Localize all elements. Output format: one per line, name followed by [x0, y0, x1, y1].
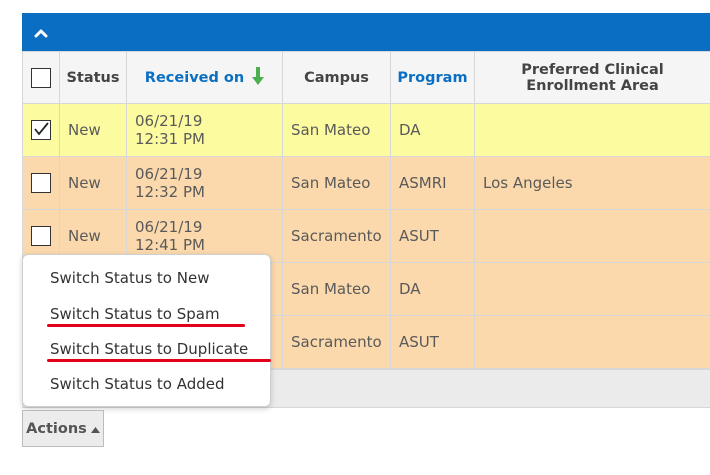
program-cell: ASMRI [390, 156, 475, 210]
status-cell: New [59, 156, 127, 210]
program-cell: ASUT [390, 315, 475, 369]
table-row[interactable]: New 06/21/19 12:31 PM San Mateo DA [22, 103, 710, 157]
program-cell: DA [390, 103, 475, 157]
received-date: 06/21/19 [135, 165, 203, 183]
received-cell: 06/21/19 12:31 PM [126, 103, 283, 157]
menu-item-switch-to-duplicate[interactable]: Switch Status to Duplicate [50, 340, 248, 358]
row-select-cell [22, 103, 60, 157]
area-cell [474, 209, 710, 263]
row-select-cell [22, 156, 60, 210]
area-cell [474, 262, 710, 316]
received-date: 06/21/19 [135, 218, 203, 236]
menu-item-switch-to-spam[interactable]: Switch Status to Spam [50, 305, 220, 323]
column-header-received-on[interactable]: Received on [126, 51, 283, 104]
annotation-underline [47, 359, 271, 362]
grid-toolbar [22, 13, 710, 51]
area-cell [474, 315, 710, 369]
program-cell: ASUT [390, 209, 475, 263]
row-checkbox[interactable] [31, 173, 51, 193]
column-header-campus[interactable]: Campus [282, 51, 391, 104]
menu-item-switch-to-added[interactable]: Switch Status to Added [50, 375, 225, 393]
actions-label: Actions [26, 420, 87, 437]
select-all-checkbox[interactable] [31, 67, 51, 88]
campus-cell: Sacramento [282, 315, 391, 369]
actions-button[interactable]: Actions [22, 410, 104, 447]
column-header-program[interactable]: Program [390, 51, 475, 104]
status-cell: New [59, 103, 127, 157]
campus-cell: San Mateo [282, 103, 391, 157]
row-checkbox[interactable] [31, 226, 51, 246]
received-date: 06/21/19 [135, 112, 203, 130]
campus-cell: Sacramento [282, 209, 391, 263]
caret-up-icon [90, 421, 100, 437]
area-cell [474, 103, 710, 157]
actions-menu: Switch Status to New Switch Status to Sp… [22, 254, 271, 407]
chevron-up-icon[interactable] [34, 25, 48, 39]
arrow-down-icon [252, 66, 265, 90]
received-time: 12:41 PM [135, 236, 205, 254]
campus-cell: San Mateo [282, 262, 391, 316]
table-row[interactable]: New 06/21/19 12:32 PM San Mateo ASMRI Los… [22, 156, 710, 210]
received-time: 12:31 PM [135, 130, 205, 148]
row-checkbox[interactable] [31, 120, 51, 140]
campus-cell: San Mateo [282, 156, 391, 210]
menu-item-switch-to-new[interactable]: Switch Status to New [50, 269, 209, 287]
area-cell: Los Angeles [474, 156, 710, 210]
received-cell: 06/21/19 12:32 PM [126, 156, 283, 210]
column-header-preferred-area[interactable]: Preferred Clinical Enrollment Area [474, 51, 710, 104]
annotation-underline [47, 324, 245, 327]
column-header-label: Received on [144, 69, 245, 86]
select-all-header [22, 51, 60, 104]
program-cell: DA [390, 262, 475, 316]
received-time: 12:32 PM [135, 183, 205, 201]
column-header-status[interactable]: Status [59, 51, 127, 104]
